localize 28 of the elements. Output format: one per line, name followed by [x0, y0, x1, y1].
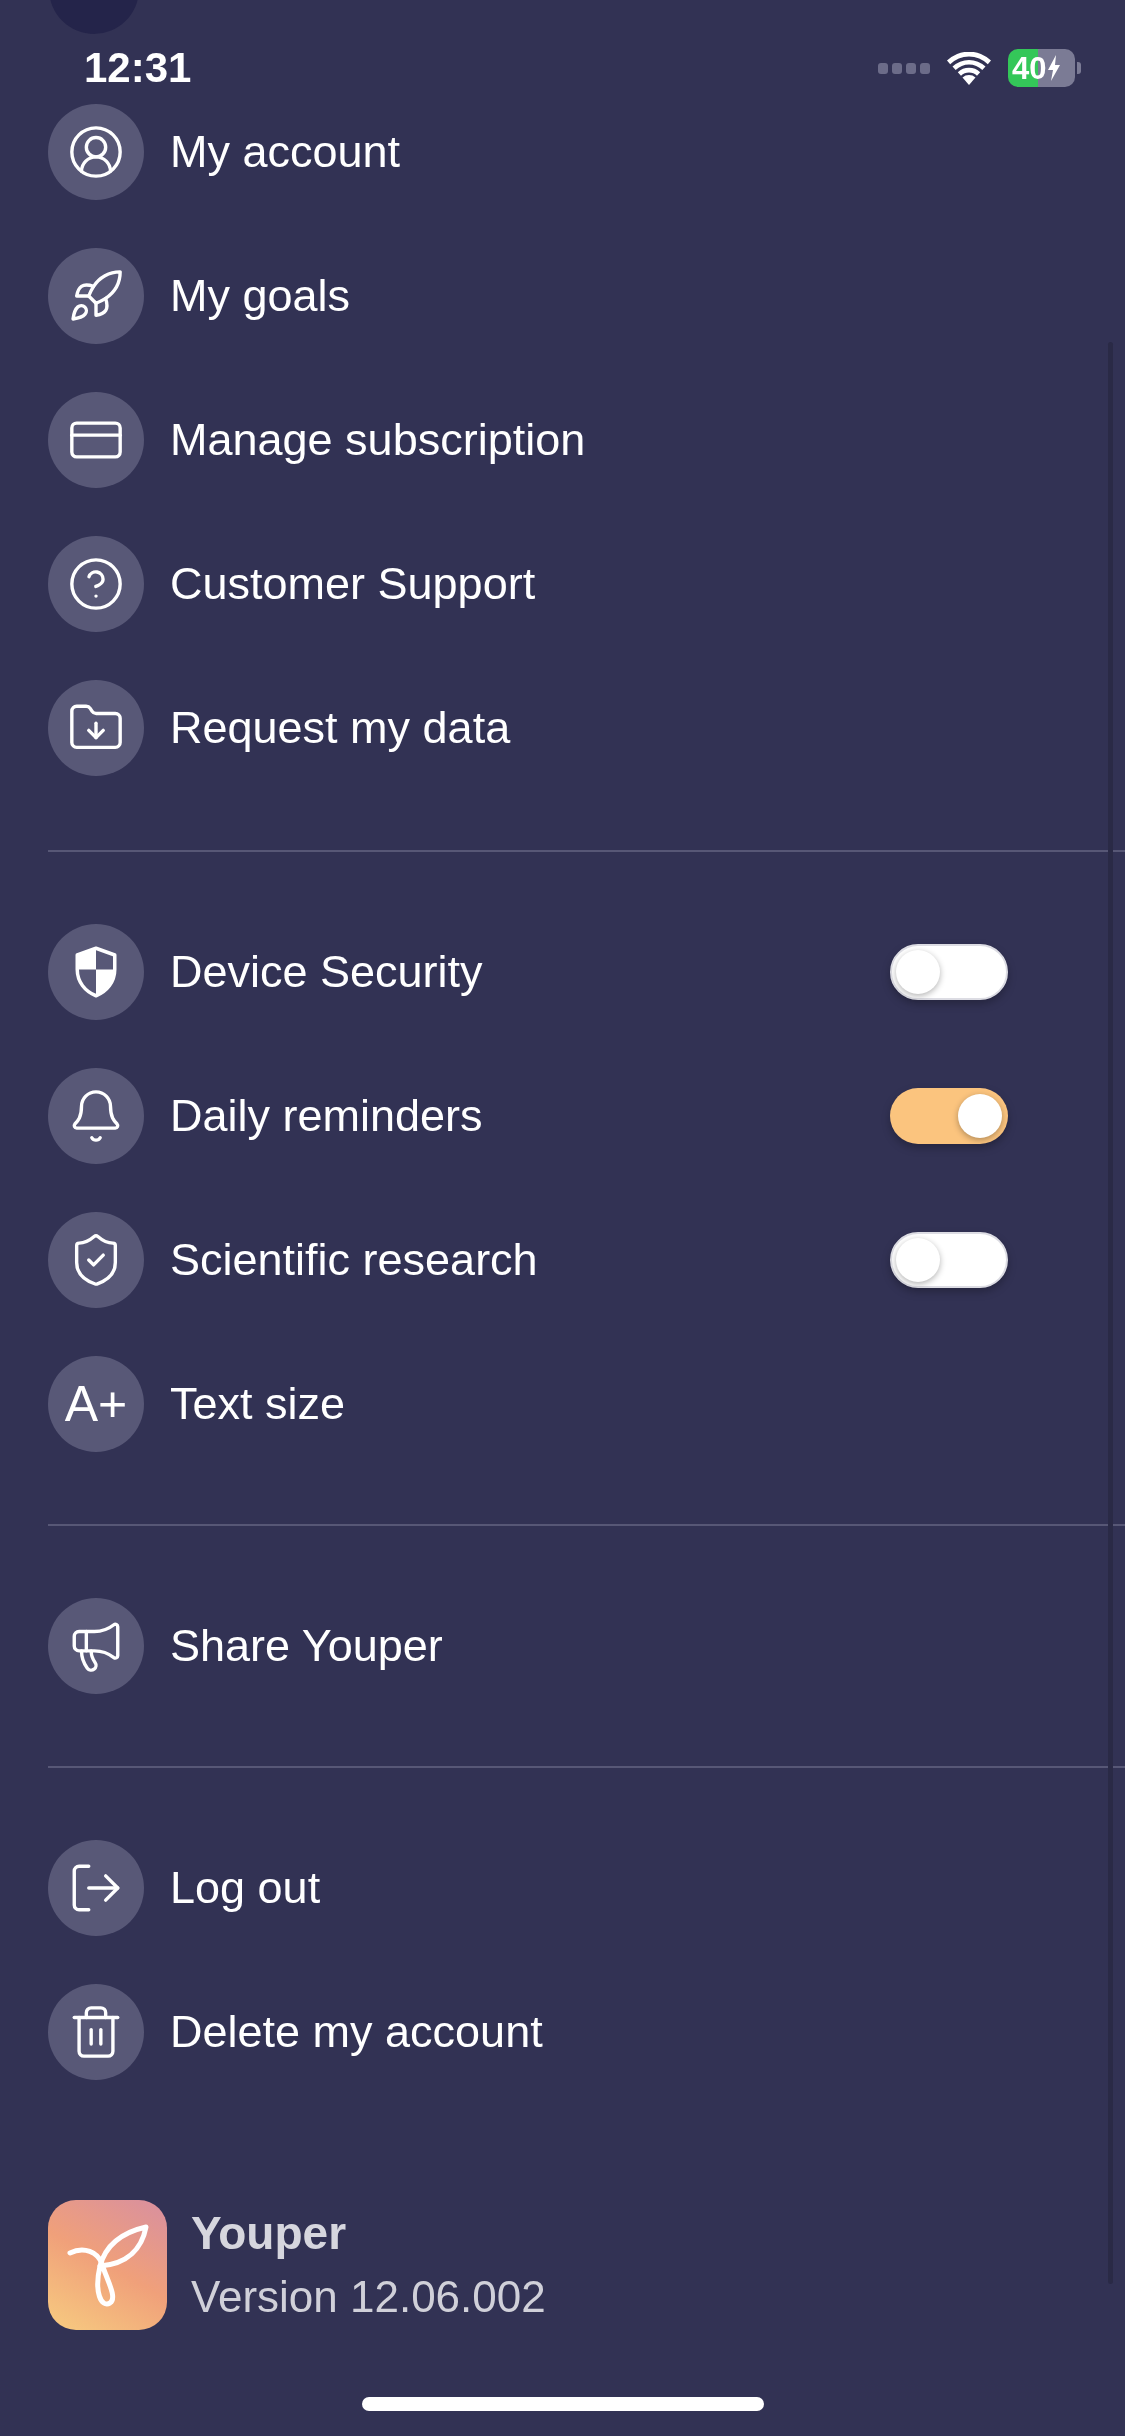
toggle-switch[interactable]: [890, 1088, 1008, 1144]
battery-tip: [1077, 62, 1081, 74]
menu-item[interactable]: Request my data: [48, 680, 511, 776]
a-plus-icon: A+: [48, 1356, 144, 1452]
toggle-knob: [896, 950, 940, 994]
menu-item[interactable]: Share Youper: [48, 1598, 443, 1694]
setting-label: Daily reminders: [170, 1088, 483, 1143]
toggle-switch[interactable]: [890, 1232, 1008, 1288]
menu-item[interactable]: Delete my account: [48, 1984, 543, 2080]
menu-item[interactable]: My goals: [48, 248, 351, 344]
bolt-icon: [1047, 55, 1062, 81]
signal-icon: [878, 62, 930, 74]
app-name: Youper: [191, 2206, 348, 2261]
menu-item[interactable]: Customer Support: [48, 536, 536, 632]
wifi-icon: [946, 51, 992, 85]
menu-item[interactable]: A+ Text size: [48, 1356, 346, 1452]
menu-item[interactable]: My account: [48, 104, 401, 200]
toggle-knob: [896, 1238, 940, 1282]
setting-label: Device Security: [170, 944, 483, 999]
menu-item[interactable]: Log out: [48, 1840, 321, 1936]
menu-item[interactable]: Manage subscription: [48, 392, 586, 488]
toggle-knob: [958, 1094, 1002, 1138]
setting-label: Scientific research: [170, 1232, 538, 1287]
app-logo-icon: [48, 2200, 167, 2330]
app-version: Version 12.06.002: [191, 2271, 546, 2323]
toggle-switch[interactable]: [890, 944, 1008, 1000]
status-time: 12:31: [84, 47, 192, 89]
battery-percentage: 40: [1012, 52, 1047, 84]
